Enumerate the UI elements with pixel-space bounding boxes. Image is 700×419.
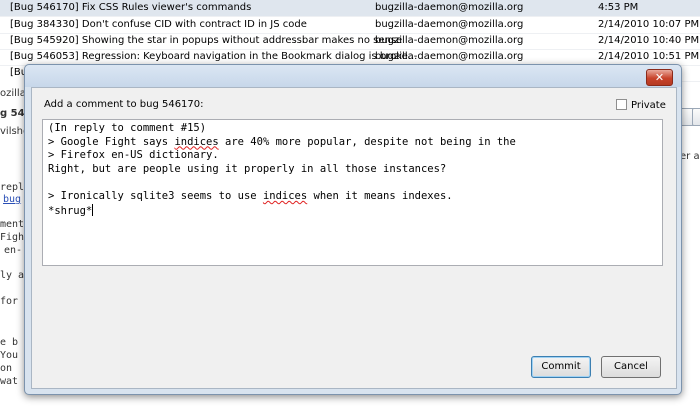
message-date: 2/14/2010 10:07 PM <box>598 19 700 30</box>
message-from: bugzilla-daemon@mozilla.org <box>375 2 524 13</box>
preview-fragment: ment <box>0 219 25 230</box>
misspelled-word: indices <box>262 189 308 202</box>
misspelled-word: indices <box>174 135 219 148</box>
message-from: bugzilla-daemon@mozilla.org <box>375 51 524 62</box>
message-row[interactable]: [Bug 384330] Don't confuse CID with cont… <box>0 17 700 34</box>
comment-line: > Google Fight says indices are 40% more… <box>48 135 516 148</box>
message-date: 2/14/2010 10:40 PM <box>598 35 700 46</box>
message-subject: [Bug 546170] Fix CSS Rules viewer's comm… <box>10 2 252 13</box>
preview-fragment: on <box>0 363 13 374</box>
commit-button[interactable]: Commit <box>531 356 591 378</box>
preview-fragment: ly a <box>0 270 25 281</box>
add-comment-dialog: ✕ Add a comment to bug 546170: Private (… <box>24 64 682 395</box>
preview-fragment: for <box>0 296 19 307</box>
toolbar-button[interactable] <box>692 108 700 126</box>
comment-textarea[interactable]: (In reply to comment #15) > Google Fight… <box>42 119 663 266</box>
comment-label: Add a comment to bug 546170: <box>44 99 204 110</box>
preview-fragment: repl <box>0 182 25 193</box>
private-label: Private <box>631 100 666 111</box>
close-icon[interactable]: ✕ <box>646 69 673 86</box>
message-from: bugzilla-daemon@mozilla.org <box>375 19 524 30</box>
message-subject: [Bug 384330] Don't confuse CID with cont… <box>10 19 307 30</box>
preview-fragment: er ad <box>680 151 700 162</box>
comment-line: Right, but are people using it properly … <box>48 162 447 175</box>
message-row[interactable]: [Bug 545920] Showing the star in popups … <box>0 33 700 50</box>
preview-fragment: You <box>0 350 19 361</box>
comment-line: (In reply to comment #15) <box>48 122 207 134</box>
message-row[interactable]: [Bug 546170] Fix CSS Rules viewer's comm… <box>0 0 700 17</box>
comment-line <box>48 176 657 190</box>
message-subject: [Bug 546053] Regression: Keyboard naviga… <box>10 51 418 62</box>
cancel-button[interactable]: Cancel <box>601 356 661 378</box>
comment-line: > Ironically sqlite3 seems to use indice… <box>48 189 453 202</box>
preview-fragment: wat <box>0 376 19 387</box>
dialog-titlebar[interactable]: ✕ <box>25 65 681 87</box>
dialog-body: Add a comment to bug 546170: Private (In… <box>31 87 677 389</box>
message-subject: [Bug 545920] Showing the star in popups … <box>10 35 403 46</box>
private-checkbox[interactable]: Private <box>616 99 666 111</box>
preview-link[interactable]: bug <box>3 194 21 205</box>
comment-line: *shrug* <box>48 203 94 217</box>
preview-fragment: Figh <box>0 232 25 243</box>
message-date: 4:53 PM <box>598 2 639 13</box>
text-caret <box>92 203 94 216</box>
message-from: bugzilla-daemon@mozilla.org <box>375 35 524 46</box>
preview-fragment: e b <box>0 337 19 348</box>
preview-fragment: en- <box>4 245 23 256</box>
checkbox-icon[interactable] <box>616 99 627 110</box>
message-date: 2/14/2010 10:51 PM <box>598 51 700 62</box>
comment-line: > Firefox en-US dictionary. <box>48 149 219 162</box>
